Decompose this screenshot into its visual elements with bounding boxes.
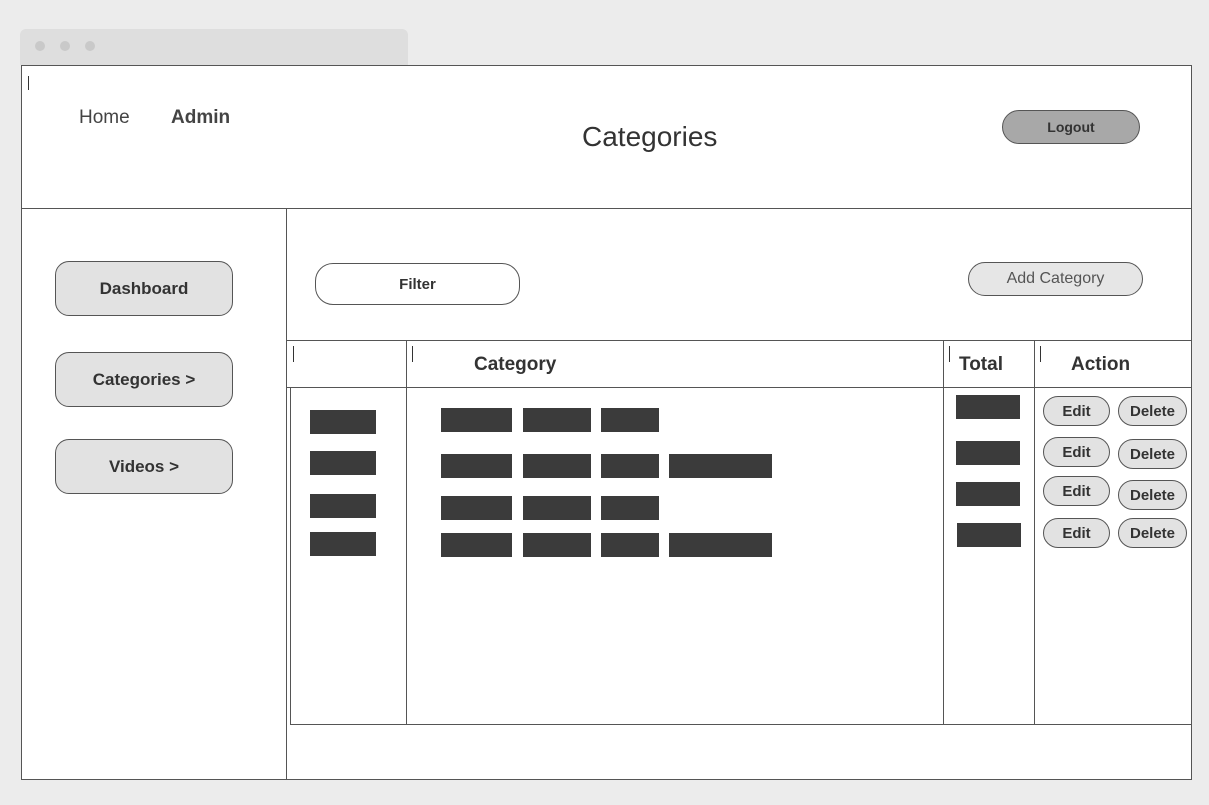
placeholder-text-block (601, 496, 659, 520)
table-left-border (290, 387, 291, 724)
column-header-category[interactable]: Category (474, 354, 556, 376)
table-bottom-border (290, 724, 1191, 725)
placeholder-text-block (956, 441, 1020, 465)
placeholder-text-block (441, 408, 512, 432)
sidebar-item-videos[interactable]: Videos > (55, 439, 233, 494)
placeholder-text-block (310, 451, 376, 475)
header-cursor-mark (1040, 346, 1041, 362)
placeholder-text-block (601, 533, 659, 557)
edit-button[interactable]: Edit (1043, 518, 1110, 548)
placeholder-text-block (310, 410, 376, 434)
column-divider-1 (406, 340, 407, 724)
text-cursor-mark (28, 76, 29, 90)
nav-home-link[interactable]: Home (79, 107, 130, 129)
header-divider (22, 208, 1191, 209)
delete-button[interactable]: Delete (1118, 396, 1187, 426)
app-window: Home Admin Categories Logout Dashboard C… (21, 65, 1192, 780)
table-header-border (286, 387, 1191, 388)
add-category-button[interactable]: Add Category (968, 262, 1143, 296)
delete-button[interactable]: Delete (1118, 439, 1187, 469)
header-cursor-mark (293, 346, 294, 362)
browser-titlebar (20, 29, 408, 65)
placeholder-text-block (441, 533, 512, 557)
column-header-action: Action (1071, 354, 1131, 375)
placeholder-text-block (957, 523, 1021, 547)
window-minimize-dot[interactable] (60, 41, 70, 51)
sidebar-item-categories[interactable]: Categories > (55, 352, 233, 407)
placeholder-text-block (601, 454, 659, 478)
placeholder-text-block (523, 408, 591, 432)
column-divider-2 (943, 340, 944, 724)
placeholder-text-block (441, 454, 512, 478)
nav-admin-link[interactable]: Admin (171, 107, 230, 129)
window-maximize-dot[interactable] (85, 41, 95, 51)
delete-button[interactable]: Delete (1118, 518, 1187, 548)
header-cursor-mark (949, 346, 950, 362)
placeholder-text-block (669, 533, 772, 557)
column-header-total[interactable]: Total (959, 354, 1003, 376)
table-top-border (286, 340, 1191, 341)
column-divider-3 (1034, 340, 1035, 724)
placeholder-text-block (956, 482, 1020, 506)
delete-button[interactable]: Delete (1118, 480, 1187, 510)
placeholder-text-block (310, 494, 376, 518)
edit-button[interactable]: Edit (1043, 437, 1110, 467)
placeholder-text-block (441, 496, 512, 520)
placeholder-text-block (601, 408, 659, 432)
placeholder-text-block (523, 533, 591, 557)
placeholder-text-block (523, 454, 591, 478)
header-cursor-mark (412, 346, 413, 362)
placeholder-text-block (669, 454, 772, 478)
filter-button[interactable]: Filter (315, 263, 520, 305)
placeholder-text-block (956, 395, 1020, 419)
logout-button[interactable]: Logout (1002, 110, 1140, 144)
edit-button[interactable]: Edit (1043, 476, 1110, 506)
placeholder-text-block (523, 496, 591, 520)
window-close-dot[interactable] (35, 41, 45, 51)
placeholder-text-block (310, 532, 376, 556)
sidebar-item-dashboard[interactable]: Dashboard (55, 261, 233, 316)
page-title: Categories (582, 121, 718, 152)
sidebar-divider (286, 208, 287, 780)
edit-button[interactable]: Edit (1043, 396, 1110, 426)
